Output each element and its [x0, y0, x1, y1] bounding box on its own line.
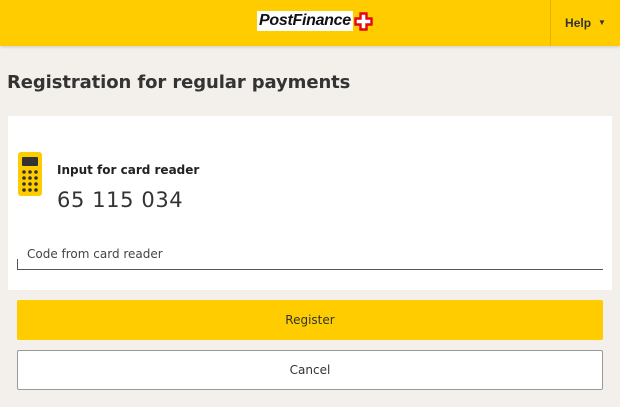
swiss-cross-icon [354, 11, 373, 31]
page-title: Registration for regular payments [7, 72, 351, 93]
logo-text: PostFinance [257, 11, 353, 31]
cancel-button-label: Cancel [289, 363, 331, 377]
register-button[interactable]: Register [17, 300, 603, 340]
header-bar: PostFinance Help ▼ [0, 0, 620, 46]
card-reader-code-input[interactable] [17, 239, 603, 269]
card-reader-label: Input for card reader [57, 163, 200, 177]
registration-card: Input for card reader 65 115 034 [8, 116, 612, 290]
card-reader-code-field[interactable] [17, 239, 603, 270]
caret-down-icon: ▼ [598, 18, 606, 27]
register-button-label: Register [285, 313, 335, 327]
help-menu-button[interactable]: Help ▼ [551, 0, 620, 46]
help-label: Help [565, 16, 592, 30]
card-reader-code: 65 115 034 [57, 188, 184, 212]
card-reader-icon [18, 152, 42, 196]
cancel-button[interactable]: Cancel [17, 350, 603, 390]
postfinance-logo[interactable]: PostFinance [257, 11, 373, 31]
